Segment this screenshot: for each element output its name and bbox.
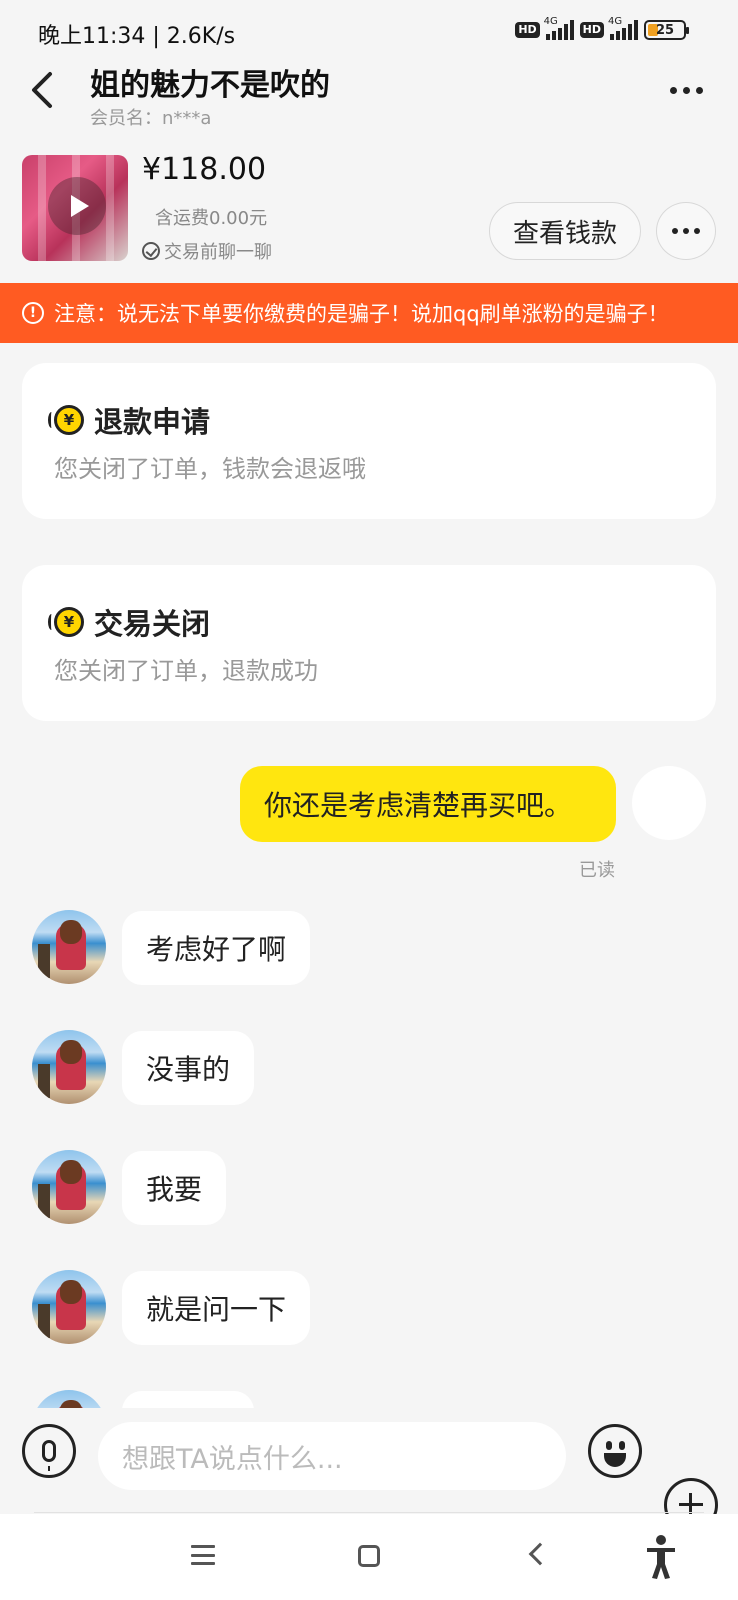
product-price: ¥118.00 [142, 152, 267, 187]
warning-icon: ! [22, 302, 44, 324]
chat-title: 姐的魅力不是吹的 [90, 68, 330, 103]
their-message-bubble[interactable]: 考虑好了啊 [122, 911, 311, 985]
status-time: 晚上11:34 | 2.6K/s [38, 24, 236, 49]
chat-before-trade: 交易前聊一聊 [142, 238, 272, 264]
back-button[interactable] [26, 68, 66, 112]
nav-home-icon[interactable] [358, 1545, 380, 1567]
signal-icon-2: 4G [608, 16, 638, 40]
view-money-button[interactable]: 查看钱款 [489, 202, 641, 260]
accessibility-icon[interactable] [644, 1534, 678, 1580]
contact-avatar[interactable] [32, 1390, 106, 1408]
smiley-icon [606, 1441, 612, 1450]
fraud-warning-banner: ! 注意：说无法下单要你缴费的是骗子！说加qq刷单涨粉的是骗子！ [0, 283, 738, 343]
shipping-fee: 含运费0.00元 [155, 208, 268, 229]
nav-menu-icon[interactable] [191, 1545, 215, 1565]
contact-avatar[interactable] [32, 1030, 106, 1104]
dot-icon [669, 86, 677, 94]
their-message-bubble[interactable]: 就是问一下 [122, 1271, 311, 1345]
more-options-button[interactable] [662, 72, 710, 108]
dot-icon [672, 228, 678, 234]
hd-badge-2: HD [579, 22, 604, 38]
message-input[interactable]: 想跟TA说点什么... [98, 1422, 566, 1490]
product-more-button[interactable] [656, 202, 716, 260]
hd-badge: HD [515, 22, 540, 38]
contact-avatar[interactable] [32, 1270, 106, 1344]
their-message-bubble[interactable]: 没事的 [122, 1031, 255, 1105]
emoji-button[interactable] [588, 1424, 642, 1478]
check-circle-icon [142, 242, 160, 260]
battery-icon: 25 [644, 20, 689, 40]
contact-avatar[interactable] [32, 910, 106, 984]
message-list: 考虑好了啊 没事的 我要 就是问一下 [0, 343, 738, 1408]
voice-input-button[interactable] [22, 1424, 76, 1478]
play-icon [48, 177, 106, 235]
warning-text: 注意：说无法下单要你缴费的是骗子！说加qq刷单涨粉的是骗子！ [54, 302, 669, 326]
their-message-bubble[interactable]: 我要 [122, 1151, 227, 1225]
their-message-bubble[interactable] [122, 1391, 254, 1408]
contact-avatar[interactable] [32, 1150, 106, 1224]
signal-icon: 4G [544, 16, 574, 40]
microphone-icon [42, 1440, 56, 1471]
divider [34, 1512, 704, 1513]
status-icons: HD 4G HD 4G 25 [515, 16, 689, 40]
chevron-left-icon [32, 72, 52, 108]
product-thumbnail[interactable] [22, 155, 128, 261]
member-name: 会员名：n***a [90, 108, 212, 129]
